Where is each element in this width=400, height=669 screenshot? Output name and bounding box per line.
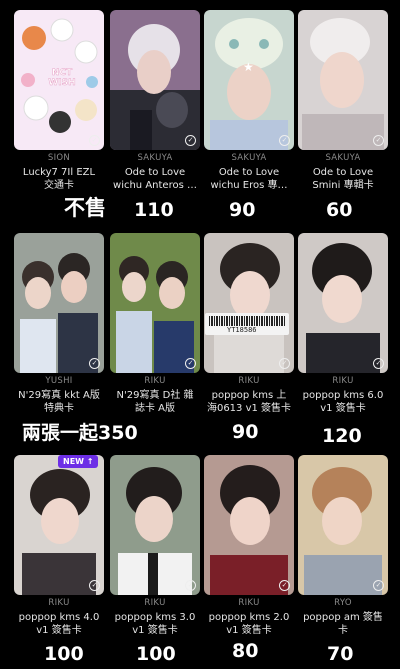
price-label: 80 — [228, 640, 263, 663]
card-photo: ✓ — [204, 233, 294, 373]
member-name: YUSHI — [45, 376, 73, 386]
barcode-number: YT18586 — [227, 326, 257, 334]
check-icon[interactable]: ✓ — [373, 135, 384, 146]
card-title: N'29寫真 D社 雜 誌卡 A版 — [116, 390, 194, 414]
price-label: 100 — [40, 643, 88, 666]
card-photo: NCT WISH ✓ — [14, 10, 104, 150]
check-icon[interactable]: ✓ — [89, 358, 100, 369]
card-photo: ★ ✓ — [204, 10, 294, 150]
price-label: 不售 — [60, 196, 110, 221]
member-name: RIKU — [48, 598, 70, 608]
member-name: RIKU — [238, 598, 260, 608]
member-name: SION — [47, 153, 71, 163]
sticker-logo-text: NCT WISH — [48, 68, 76, 89]
card-title: Lucky7 7Il EZL 交通卡 — [22, 167, 96, 191]
card-photo: ✓ — [110, 10, 200, 150]
card-title: Ode to Love Smini 專輯卡 — [312, 167, 374, 191]
member-name: SAKUYA — [231, 153, 267, 163]
price-label: 90 — [228, 421, 263, 444]
check-icon[interactable]: ✓ — [373, 358, 384, 369]
card-title: N'29寫真 kkt A版 特典卡 — [18, 390, 100, 414]
barcode-sticker: YT18586 — [205, 313, 289, 335]
price-label: 110 — [130, 199, 178, 222]
price-label: 60 — [322, 199, 357, 222]
member-name: SAKUYA — [137, 153, 173, 163]
new-badge: NEW ↑ — [58, 455, 99, 468]
card-title: poppop am 簽售 卡 — [303, 612, 383, 636]
combo-price-label: 兩張一起350 — [18, 422, 142, 445]
card-title: Ode to Love wichu Anteros … — [113, 167, 197, 191]
price-label: 100 — [132, 643, 180, 666]
check-icon[interactable]: ✓ — [89, 580, 100, 591]
card-photo: ✓ — [14, 455, 104, 595]
member-name: RIKU — [332, 376, 354, 386]
card-title: Ode to Love wichu Eros 專… — [210, 167, 288, 191]
check-icon[interactable]: ✓ — [279, 135, 290, 146]
check-icon[interactable]: ✓ — [279, 358, 290, 369]
check-icon[interactable]: ✓ — [89, 135, 100, 146]
price-label: 70 — [323, 643, 358, 666]
card-title: poppop kms 上 海0613 v1 簽售卡 — [206, 390, 292, 414]
card-title: poppop kms 4.0 v1 簽售卡 — [18, 612, 100, 636]
card-photo: ✓ — [204, 455, 294, 595]
member-name: RIKU — [238, 376, 260, 386]
card-title: poppop kms 3.0 v1 簽售卡 — [114, 612, 196, 636]
price-label: 120 — [318, 425, 366, 448]
card-title: poppop kms 2.0 v1 簽售卡 — [208, 612, 290, 636]
member-name: RIKU — [144, 376, 166, 386]
check-icon[interactable]: ✓ — [185, 135, 196, 146]
member-name: RIKU — [144, 598, 166, 608]
card-title: poppop kms 6.0 v1 簽售卡 — [302, 390, 384, 414]
card-photo: ✓ — [110, 233, 200, 373]
member-name: RYO — [334, 598, 352, 608]
card-photo: ✓ — [14, 233, 104, 373]
card-photo: ✓ — [298, 233, 388, 373]
check-icon[interactable]: ✓ — [185, 580, 196, 591]
price-label: 90 — [225, 199, 260, 222]
barcode-bars — [209, 316, 285, 326]
member-name: SAKUYA — [325, 153, 361, 163]
card-photo: ✓ — [110, 455, 200, 595]
check-icon[interactable]: ✓ — [185, 358, 196, 369]
check-icon[interactable]: ✓ — [373, 580, 384, 591]
star-icon: ★ — [243, 60, 254, 74]
check-icon[interactable]: ✓ — [279, 580, 290, 591]
photocard-grid: NCT WISH ✓ SION Lucky7 7Il EZL 交通卡 ✓ SAK… — [0, 0, 400, 669]
card-photo: ✓ — [298, 455, 388, 595]
card-photo: ✓ — [298, 10, 388, 150]
